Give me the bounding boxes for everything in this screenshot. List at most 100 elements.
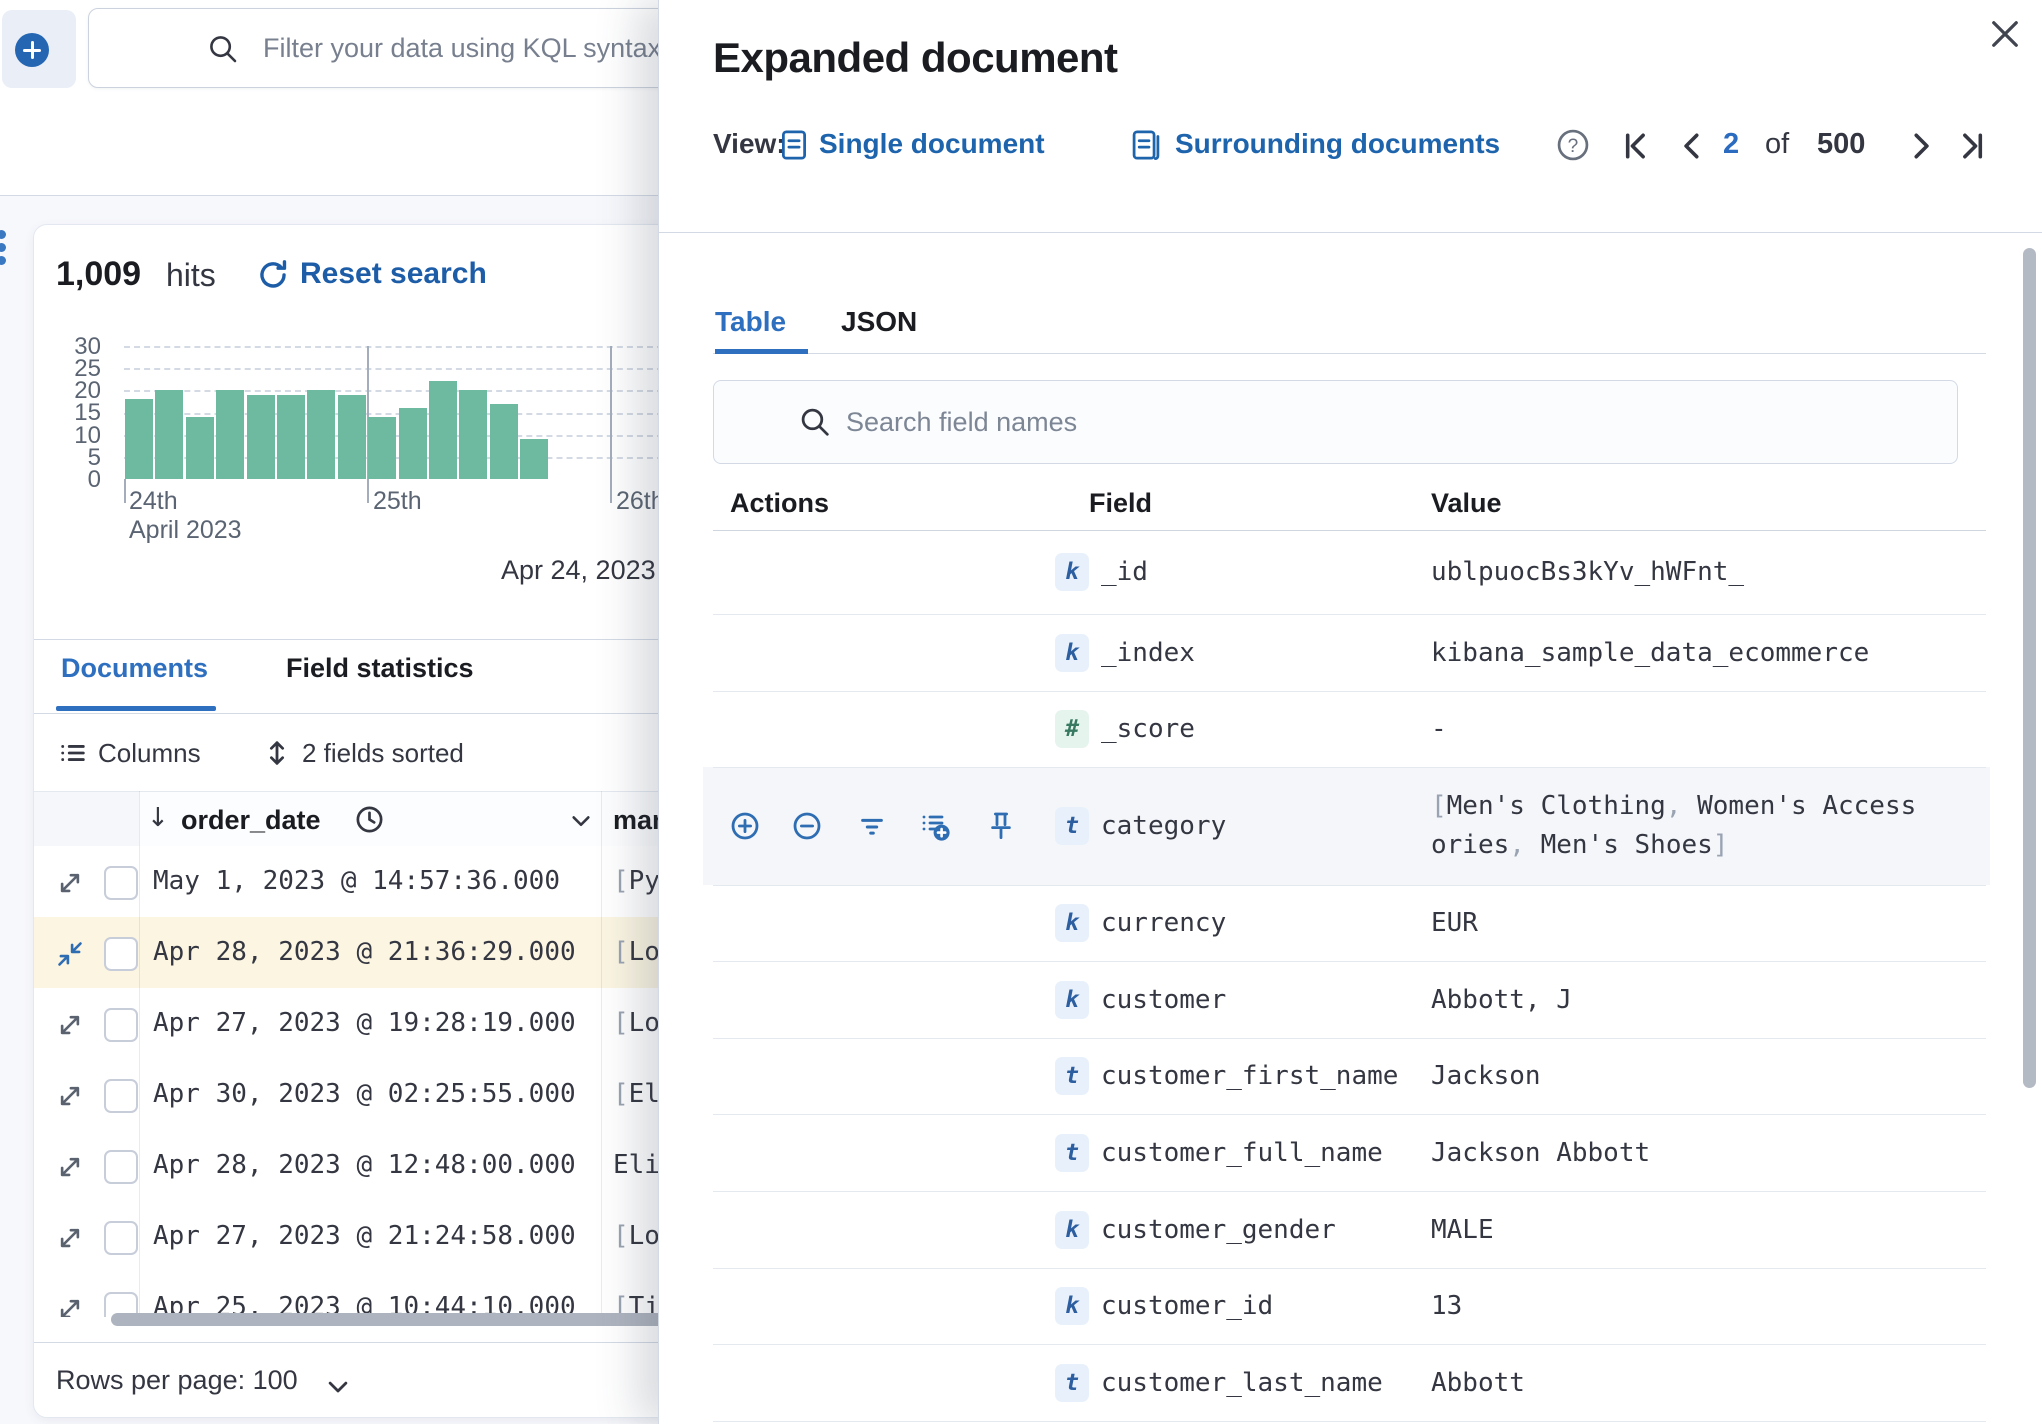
header-field: Field <box>1089 488 1153 518</box>
doc-field-row[interactable]: # _score - <box>713 691 1986 768</box>
doc-field-row-hovered[interactable]: t category [Men's Clothing, Women's Acce… <box>713 767 1986 886</box>
histogram-bar <box>368 416 397 479</box>
tab-table[interactable]: Table <box>715 306 786 338</box>
filter-out-value-icon[interactable] <box>791 810 823 842</box>
sort-direction-icon: ↓ <box>147 803 169 833</box>
row-checkbox[interactable] <box>104 1079 138 1113</box>
next-page-icon[interactable] <box>1902 127 1940 165</box>
documents-stack-icon <box>1129 128 1163 162</box>
histogram-bar <box>489 403 518 479</box>
row-checkbox[interactable] <box>104 1008 138 1042</box>
doc-field-row[interactable]: k customer_id 13 <box>713 1268 1986 1345</box>
surrounding-documents-link[interactable]: Surrounding documents <box>1175 128 1500 160</box>
text-type-badge: t <box>1055 1133 1089 1172</box>
pin-field-icon[interactable] <box>985 810 1017 842</box>
sorted-fields-button[interactable]: 2 fields sorted <box>262 738 464 769</box>
histogram-bar <box>307 390 336 479</box>
expanded-document-flyout: Expanded document View: Single document … <box>658 0 2042 1424</box>
add-filter-button[interactable] <box>2 10 76 88</box>
doc-field-row[interactable]: t customer_first_name Jackson <box>713 1038 1986 1115</box>
histogram-bar <box>246 394 275 479</box>
column-divider <box>601 791 602 1317</box>
order-date-cell: Apr 28, 2023 @ 12:48:00.000 <box>153 1150 576 1180</box>
sorted-fields-label: 2 fields sorted <box>302 738 464 768</box>
tab-documents[interactable]: Documents <box>61 653 208 684</box>
filter-for-field-present-icon[interactable] <box>857 811 887 841</box>
keyword-type-badge: k <box>1055 633 1089 672</box>
field-name: _score <box>1101 714 1195 744</box>
manufacturer-cell: [El <box>613 1079 660 1109</box>
order-date-cell: Apr 27, 2023 @ 21:24:58.000 <box>153 1221 576 1251</box>
tab-json[interactable]: JSON <box>841 306 917 338</box>
field-search-input[interactable] <box>844 381 1928 463</box>
header-actions: Actions <box>730 488 830 518</box>
columns-button[interactable]: Columns <box>58 738 201 769</box>
expand-row-icon[interactable] <box>56 1295 84 1317</box>
keyword-type-badge: k <box>1055 553 1089 591</box>
manufacturer-cell: Eli <box>613 1150 660 1180</box>
row-checkbox[interactable] <box>104 1150 138 1184</box>
horizontal-scrollbar-thumb[interactable] <box>111 1313 671 1326</box>
histogram-bar <box>216 390 245 479</box>
search-icon <box>798 405 832 439</box>
svg-text:?: ? <box>1568 136 1579 157</box>
toggle-column-in-table-icon[interactable] <box>919 810 951 842</box>
row-checkbox[interactable] <box>104 937 138 971</box>
pagination-current: 2 <box>1723 128 1740 160</box>
keyword-type-badge: k <box>1055 1210 1089 1249</box>
text-type-badge: t <box>1055 1363 1089 1402</box>
clock-icon <box>354 804 385 835</box>
histogram-bar <box>277 394 305 479</box>
close-icon[interactable] <box>1985 14 2025 54</box>
doc-field-row[interactable]: t customer_full_name Jackson Abbott <box>713 1114 1986 1192</box>
vertical-scrollbar-thumb[interactable] <box>2023 248 2036 1088</box>
collapsed-panel-icon[interactable] <box>0 226 6 269</box>
field-value: MALE <box>1431 1214 1494 1245</box>
collapse-row-icon[interactable] <box>56 940 84 968</box>
pagination-total: 500 <box>1817 128 1866 160</box>
field-value: Abbott <box>1431 1367 1525 1398</box>
histogram-bar <box>398 408 427 479</box>
row-checkbox[interactable] <box>104 866 138 900</box>
active-tab-underline <box>715 349 808 354</box>
doc-field-row[interactable]: t customer_last_name Abbott <box>713 1344 1986 1422</box>
row-checkbox[interactable] <box>104 1221 138 1255</box>
field-name: _index <box>1101 637 1195 668</box>
last-page-icon[interactable] <box>1953 127 1991 165</box>
x-gridline <box>610 346 612 503</box>
y-tick: 0 <box>87 466 101 493</box>
chevron-down-icon <box>324 1373 352 1401</box>
doc-field-row[interactable]: k _id ublpuocBs3kYv_hWFnt_ <box>713 530 1986 615</box>
keyword-type-badge: k <box>1055 1287 1089 1325</box>
histogram-bar <box>429 381 457 479</box>
doc-field-row[interactable]: k customer Abbott, J <box>713 961 1986 1039</box>
single-document-link[interactable]: Single document <box>819 128 1045 160</box>
question-circle-icon[interactable]: ? <box>1555 127 1591 163</box>
tab-field-statistics[interactable]: Field statistics <box>286 653 474 684</box>
doc-field-row[interactable]: k currency EUR <box>713 885 1986 962</box>
rows-per-page-button[interactable]: Rows per page: 100 <box>56 1365 298 1396</box>
expand-row-icon[interactable] <box>56 1224 84 1252</box>
expand-row-icon[interactable] <box>56 1153 84 1181</box>
filter-for-value-icon[interactable] <box>729 810 761 842</box>
divider <box>659 232 2042 233</box>
histogram-bar <box>337 394 366 479</box>
doc-field-row[interactable]: k customer_gender MALE <box>713 1191 1986 1269</box>
expand-row-icon[interactable] <box>56 1082 84 1110</box>
expand-row-icon[interactable] <box>56 1011 84 1039</box>
columns-label: Columns <box>98 738 201 768</box>
prev-page-icon[interactable] <box>1673 127 1711 165</box>
field-value: ublpuocBs3kYv_hWFnt_ <box>1431 557 1745 587</box>
field-search-box <box>713 380 1958 464</box>
document-icon <box>777 128 811 162</box>
expand-row-icon[interactable] <box>56 869 84 897</box>
tabs-border <box>713 353 1986 354</box>
column-menu-chevron-down-icon[interactable] <box>568 808 594 834</box>
doc-field-row[interactable]: k _index kibana_sample_data_ecommerce <box>713 614 1986 692</box>
field-name: customer <box>1101 984 1227 1015</box>
column-header-order-date[interactable]: order_date <box>181 805 321 836</box>
histogram-bar <box>185 416 214 479</box>
first-page-icon[interactable] <box>1617 127 1655 165</box>
search-icon <box>207 33 239 65</box>
field-value: Abbott, J <box>1431 984 1572 1015</box>
